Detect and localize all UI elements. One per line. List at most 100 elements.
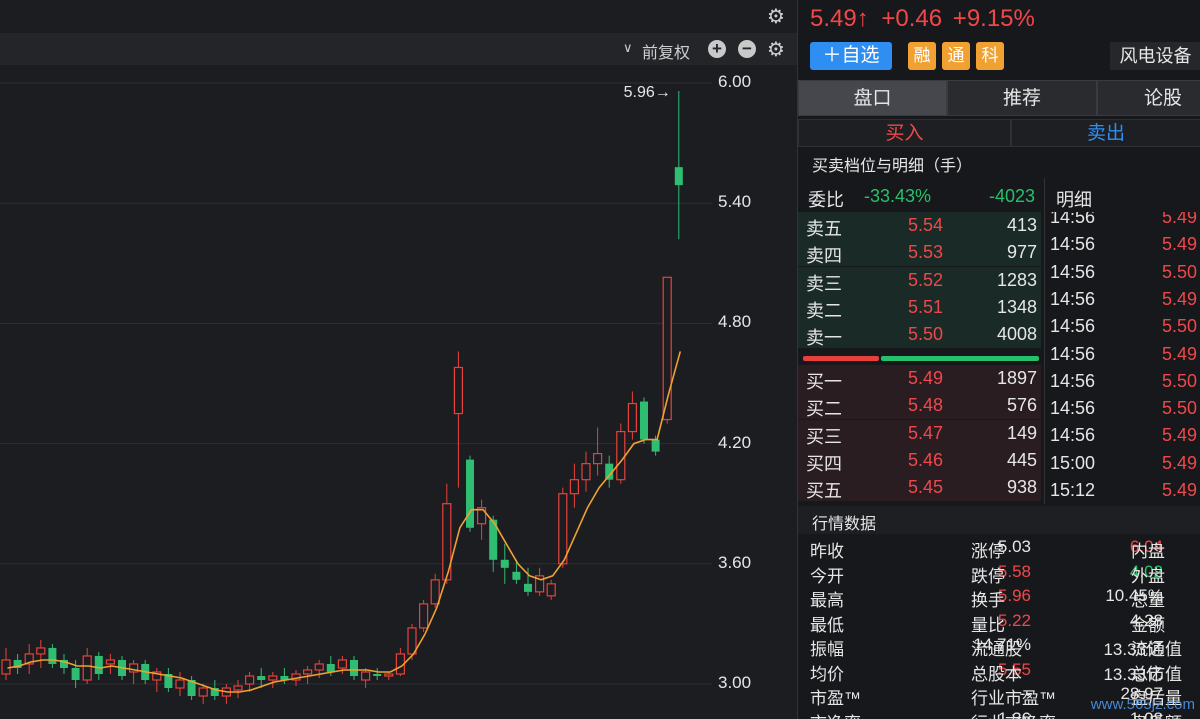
candle-body xyxy=(616,430,626,481)
detail-row: 14:56 5.49 xyxy=(1048,286,1200,313)
candle-body xyxy=(268,675,278,681)
candle-body xyxy=(326,663,335,672)
connect-tag[interactable]: 通 xyxy=(942,42,970,70)
tab-forum[interactable]: 论股堂 xyxy=(1097,80,1200,145)
zoom-in-icon[interactable]: + xyxy=(708,40,726,58)
candle-body xyxy=(245,675,255,685)
stat-label: 总量 xyxy=(1131,591,1165,610)
chart-area: ⚙ ∨ 前复权 + − ⚙ 5.96→ 6.00 5.40 4.80 4.20 3.60… xyxy=(0,0,797,719)
detail-row: 14:56 5.50 xyxy=(1048,368,1200,395)
candle-body xyxy=(674,167,683,186)
candle-body xyxy=(419,603,429,629)
detail-price: 5.49 xyxy=(1161,343,1197,364)
detail-time: 14:56 xyxy=(1050,234,1096,255)
tab-orderbook[interactable]: 盘口 xyxy=(798,80,947,116)
stat-label: 最高 xyxy=(810,591,844,610)
sell-button[interactable]: 卖出 xyxy=(1011,119,1200,147)
y-axis-tick-label: 4.20 xyxy=(718,432,752,452)
stat-label: 最低 xyxy=(810,615,844,635)
stat-label: 市净率 xyxy=(810,709,861,719)
stat-label: 流通股 xyxy=(971,640,1022,659)
candle-body xyxy=(512,571,521,580)
chart-topbar: ⚙ xyxy=(0,0,797,33)
candle-body xyxy=(592,453,603,465)
ratio-diff: -4023 xyxy=(988,186,1035,206)
moving-average-line xyxy=(7,351,682,693)
ratio-label: 委比 xyxy=(808,190,844,210)
add-watchlist-button[interactable]: ＋自选 xyxy=(810,42,892,70)
candle-body xyxy=(175,679,185,689)
detail-row: 14:56 5.50 xyxy=(1048,313,1200,340)
stat-label: 换手 xyxy=(971,591,1005,610)
trade-details[interactable]: 14:56 5.49 14:56 5.49 14:56 5.50 14:56 5.49 14:5… xyxy=(798,207,1200,510)
stat-label: 行业市净率 xyxy=(971,709,1056,719)
detail-time: 14:56 xyxy=(1050,261,1096,282)
settings-gear-icon[interactable]: ⚙ xyxy=(767,4,785,29)
detail-price: 5.50 xyxy=(1161,398,1197,419)
stat-label: 金额 xyxy=(1131,615,1165,635)
detail-row: 15:00 5.49 xyxy=(1048,450,1200,477)
margin-tag[interactable]: 融 xyxy=(908,42,936,70)
detail-price: 5.49 xyxy=(1161,452,1197,473)
candle-body xyxy=(303,669,313,675)
stat-label: 总市值 xyxy=(1131,664,1182,684)
y-axis-tick-label: 4.80 xyxy=(718,312,752,332)
detail-time: 14:56 xyxy=(1050,398,1096,419)
quote-panel: 5.49↑ +0.46 +9.15% ＋自选 融 通 科 风电设备 盘口 推荐 … xyxy=(797,0,1200,719)
candle-body xyxy=(627,402,638,433)
detail-time: 15:12 xyxy=(1050,480,1096,500)
detail-time: 14:56 xyxy=(1050,288,1096,309)
candle-body xyxy=(233,685,243,691)
buy-button[interactable]: 买入 xyxy=(798,119,1011,147)
candle-body xyxy=(651,439,660,452)
candle-body xyxy=(453,366,463,415)
stat-label: 昨收 xyxy=(810,542,844,561)
zoom-out-icon[interactable]: − xyxy=(738,40,756,58)
detail-row: 15:12 5.49 xyxy=(1048,477,1200,504)
chevron-down-icon[interactable]: ∨ xyxy=(623,40,633,56)
industry-badge[interactable]: 风电设备 xyxy=(1110,42,1200,70)
adjust-dropdown[interactable]: 前复权 xyxy=(642,39,690,63)
detail-row: 14:56 5.49 xyxy=(1048,231,1200,258)
chart-settings-gear-icon[interactable]: ⚙ xyxy=(767,37,785,62)
stat-label: 外盘 xyxy=(1131,566,1165,586)
stat-label: 振幅 xyxy=(810,640,844,659)
candle-body xyxy=(500,559,509,568)
tab-recommend[interactable]: 推荐 xyxy=(947,80,1097,116)
candle-body xyxy=(36,647,46,655)
y-axis-tick-label: 5.40 xyxy=(718,192,752,212)
candle-body xyxy=(384,673,394,677)
stat-label: 均价 xyxy=(810,664,844,684)
detail-time: 15:00 xyxy=(1050,452,1096,473)
candle-body xyxy=(558,493,568,565)
orderbook-title: 买卖档位与明细（手） xyxy=(812,158,973,175)
star-market-tag[interactable]: 科 xyxy=(976,42,1004,70)
candle-body xyxy=(257,675,266,680)
candle-body xyxy=(350,659,358,676)
detail-price: 5.49 xyxy=(1161,207,1197,227)
candle-body xyxy=(524,583,532,592)
candle-body xyxy=(82,655,92,681)
stat-label: 市盈™ xyxy=(810,689,861,708)
chart-toolbar: ∨ 前复权 + − ⚙ xyxy=(0,33,797,65)
detail-price: 5.50 xyxy=(1161,261,1197,282)
candle-body xyxy=(546,583,556,597)
candle-body xyxy=(430,579,440,605)
detail-title: 明细 xyxy=(1056,190,1092,210)
candle-body xyxy=(337,659,347,669)
candle-body xyxy=(373,673,382,676)
stat-label: 行业市盈™ xyxy=(971,689,1056,708)
candle-body xyxy=(640,401,648,440)
stat-label: 流通值 xyxy=(1131,640,1182,659)
y-axis-tick-label: 3.00 xyxy=(718,673,752,692)
up-arrow-icon: ↑ xyxy=(856,5,869,32)
y-axis-tick-label: 3.60 xyxy=(718,552,752,572)
detail-time: 14:56 xyxy=(1050,316,1096,337)
detail-price: 5.50 xyxy=(1161,316,1197,337)
candlestick-chart[interactable]: 5.96→ xyxy=(0,65,797,719)
detail-time: 14:56 xyxy=(1050,425,1096,446)
detail-price: 5.49 xyxy=(1161,480,1197,500)
detail-price: 5.50 xyxy=(1161,370,1197,391)
candle-body xyxy=(71,667,80,680)
order-ratio-row: 委比 -33.43% -4023 xyxy=(798,178,1041,212)
